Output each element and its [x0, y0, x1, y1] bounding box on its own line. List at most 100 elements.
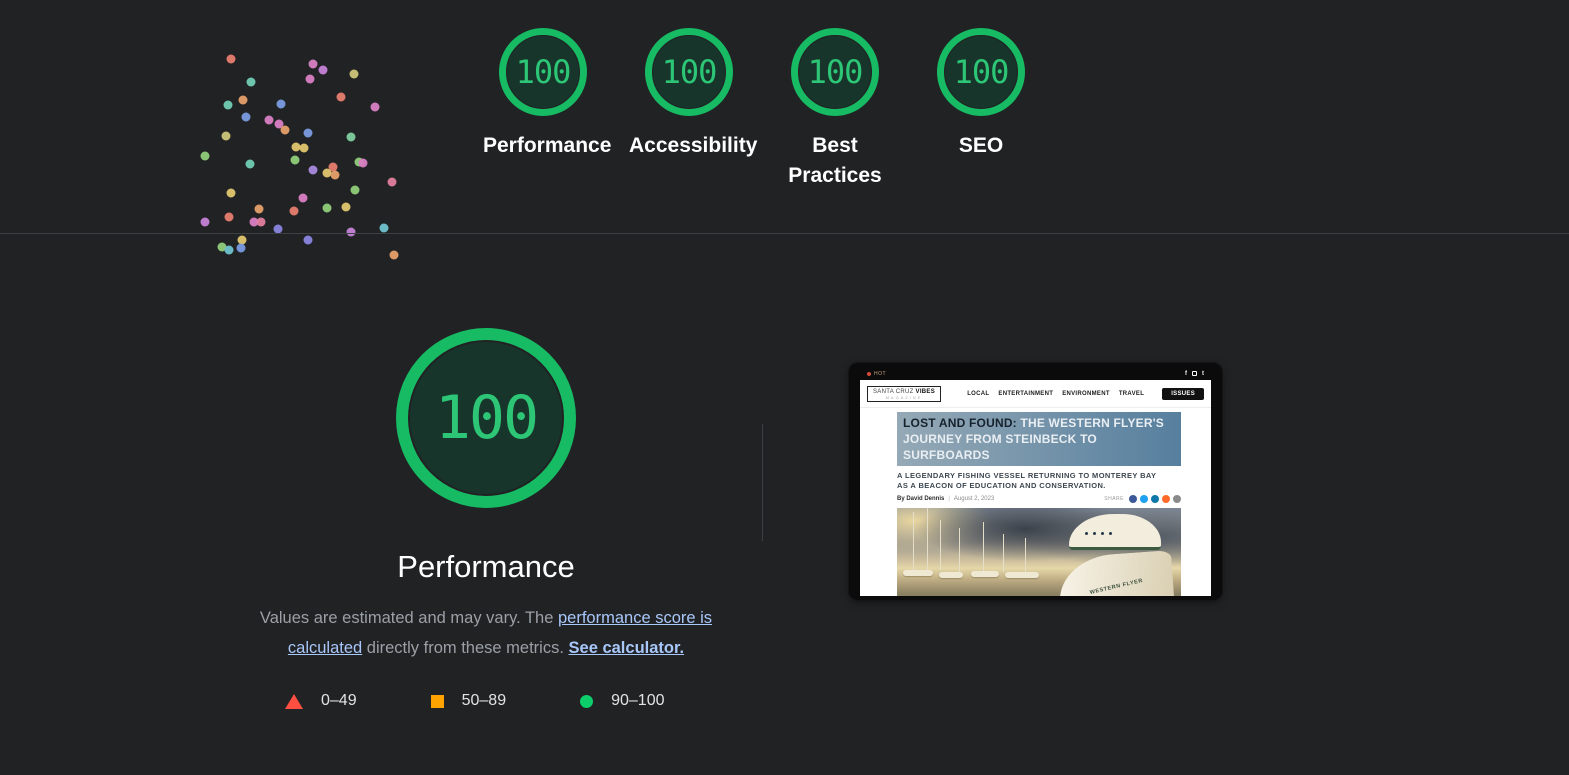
- byline-author: By David Dennis: [897, 496, 945, 502]
- confetti-dot: [200, 151, 210, 161]
- summary-gauge-best-practices[interactable]: 100 Best Practices: [762, 28, 908, 191]
- confetti-dot: [341, 202, 351, 212]
- byline-date: August 2, 2023: [953, 496, 995, 502]
- instagram-icon: [1192, 371, 1197, 376]
- confetti-dot: [346, 132, 356, 142]
- confetti-dot: [224, 245, 234, 255]
- summary-scores-row: 100 Performance 100 Accessibility 100 Be…: [470, 28, 1054, 191]
- legend-range: 50–89: [461, 692, 507, 709]
- score-ring: 100: [791, 28, 879, 116]
- score-ring: 100: [499, 28, 587, 116]
- confetti-dot: [221, 131, 231, 141]
- confetti-dot: [349, 69, 359, 79]
- category-label: Performance: [483, 134, 612, 157]
- share-label: SHARE: [1104, 496, 1124, 502]
- confetti-dot: [245, 159, 255, 169]
- article-headline: LOST AND FOUND: THE WESTERN FLYER'S JOUR…: [897, 412, 1181, 466]
- category-label: SEO: [958, 134, 1004, 157]
- mast-line: [1003, 534, 1004, 572]
- article-subhead: A LEGENDARY FISHING VESSEL RETURNING TO …: [897, 471, 1157, 490]
- logo-line1: SANTA CRUZ VIBES: [873, 389, 935, 395]
- confetti-dot: [303, 128, 313, 138]
- description-text: directly from these metrics.: [362, 639, 569, 657]
- average-square-icon: [430, 694, 444, 708]
- hot-label: HOT: [874, 370, 887, 377]
- confetti-dot: [303, 235, 313, 245]
- performance-gauge-large: 100: [396, 328, 576, 508]
- boat-name-text: WESTERN FLYER: [1089, 577, 1144, 596]
- performance-section-title: Performance: [397, 549, 575, 584]
- mast-line: [913, 512, 914, 570]
- confetti-dot: [217, 242, 227, 252]
- logo-text-bold: VIBES: [915, 388, 936, 395]
- hot-dot-icon: [867, 371, 871, 376]
- legend-item-pass: 90–100: [580, 692, 664, 710]
- logo-text: SANTA CRUZ: [873, 388, 916, 395]
- facebook-share-icon: [1129, 495, 1137, 503]
- confetti-dot: [291, 142, 301, 152]
- confetti-dot: [322, 203, 332, 213]
- headline-strong: LOST AND FOUND:: [903, 416, 1017, 430]
- nav-item-local: LOCAL: [967, 390, 990, 397]
- social-icons: f t: [1185, 371, 1204, 377]
- boat-hull: [903, 570, 933, 576]
- screenshot-screen: HOT f t SANTA CRUZ VIBES MAGAZINE LOCAL …: [860, 367, 1211, 596]
- summary-gauge-performance[interactable]: 100 Performance: [470, 28, 616, 191]
- category-label: Best Practices: [788, 134, 882, 187]
- screenshot-article: LOST AND FOUND: THE WESTERN FLYER'S JOUR…: [860, 408, 1211, 596]
- linkedin-share-icon: [1151, 495, 1159, 503]
- confetti-dot: [289, 206, 299, 216]
- confetti-dot: [223, 100, 233, 110]
- summary-gauge-accessibility[interactable]: 100 Accessibility: [616, 28, 762, 191]
- confetti-dot: [387, 177, 397, 187]
- confetti-dot: [256, 217, 266, 227]
- screenshot-utility-bar: HOT f t: [860, 367, 1211, 380]
- confetti-dot: [238, 95, 248, 105]
- confetti-dot: [336, 92, 346, 102]
- performance-description: Values are estimated and may vary. The p…: [226, 603, 746, 663]
- fail-triangle-icon: [285, 693, 303, 709]
- confetti-dot: [299, 143, 309, 153]
- confetti-dot: [318, 65, 328, 75]
- twitter-share-icon: [1140, 495, 1148, 503]
- boat-hull: [1005, 572, 1039, 578]
- nav-item-travel: TRAVEL: [1118, 390, 1145, 397]
- confetti-dot: [308, 59, 318, 69]
- mast-line: [983, 522, 984, 572]
- score-value: 100: [661, 53, 718, 91]
- mast-line: [959, 528, 960, 572]
- section-divider: [0, 233, 1569, 234]
- site-logo: SANTA CRUZ VIBES MAGAZINE: [867, 385, 942, 402]
- confetti-dot: [346, 227, 356, 237]
- mast-line: [1025, 538, 1026, 572]
- score-legend: 0–49 50–89 90–100: [285, 692, 664, 710]
- byline-separator: |: [948, 496, 950, 502]
- hot-badge: HOT: [867, 371, 886, 377]
- confetti-dot: [328, 162, 338, 172]
- legend-range: 0–49: [321, 692, 357, 709]
- confetti-dot: [237, 235, 247, 245]
- summary-gauge-seo[interactable]: 100 SEO: [908, 28, 1054, 191]
- share-icons: SHARE: [1104, 495, 1181, 503]
- confetti-dot: [358, 158, 368, 168]
- mast-line: [927, 508, 928, 572]
- screenshot-site-header: SANTA CRUZ VIBES MAGAZINE LOCAL ENTERTAI…: [860, 380, 1211, 408]
- confetti-dot: [305, 74, 315, 84]
- logo-line2: MAGAZINE: [885, 394, 923, 400]
- confetti-dot: [350, 185, 360, 195]
- pass-circle-icon: [580, 694, 594, 708]
- lighthouse-report-page: 100 Performance 100 Accessibility 100 Be…: [0, 0, 1569, 775]
- confetti-dot: [274, 119, 284, 129]
- boat-bow: WESTERN FLYER: [1057, 550, 1175, 596]
- score-value: 100: [953, 53, 1010, 91]
- confetti-dot: [200, 217, 210, 227]
- boat-windows: [1085, 532, 1112, 535]
- mast-line: [940, 520, 941, 570]
- score-value: 100: [807, 53, 864, 91]
- confetti-dot: [298, 193, 308, 203]
- article-byline: By David Dennis | August 2, 2023 SHARE: [897, 495, 1181, 503]
- see-calculator-link[interactable]: See calculator.: [569, 639, 685, 657]
- reddit-share-icon: [1162, 495, 1170, 503]
- twitter-icon: t: [1202, 370, 1204, 377]
- score-value: 100: [515, 53, 572, 91]
